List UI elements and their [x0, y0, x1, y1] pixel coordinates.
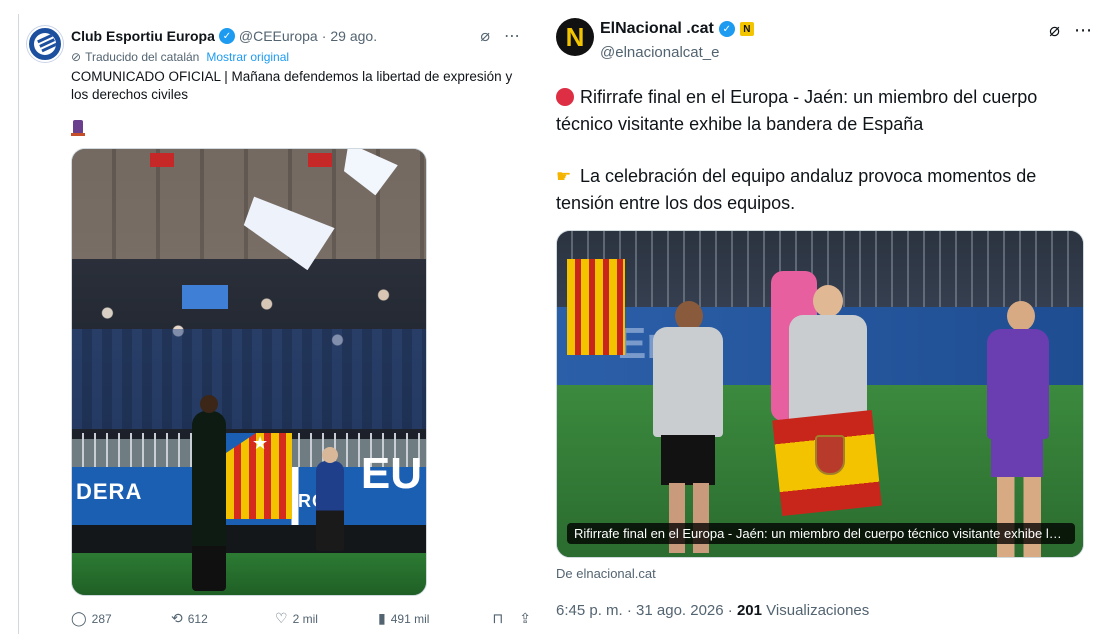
author-name[interactable]: ElNacional .cat: [600, 20, 714, 38]
verified-badge-icon: ✓: [718, 21, 735, 37]
grok-icon[interactable]: ⌀: [480, 26, 490, 46]
retweet-icon: ⟲: [171, 610, 183, 626]
views-count: 201: [736, 602, 762, 619]
paragraph-1-text: Rifirrafe final en el Europa - Jaén: un …: [556, 87, 1038, 134]
bookmark-icon[interactable]: ⊓: [492, 610, 503, 627]
more-icon[interactable]: ⋯: [504, 26, 520, 46]
separator: ·: [321, 28, 327, 44]
views-icon: ▮: [378, 610, 386, 626]
blue-flag: [182, 285, 228, 309]
estelada-flag: [226, 433, 292, 519]
like-icon: ♡: [275, 610, 288, 626]
paragraph-2-text: La celebración del equipo andaluz provoc…: [556, 166, 1037, 213]
left-tweet: Club Esportiu Europa ✓ @CEEuropa · 29 ag…: [18, 14, 532, 634]
red-circle-emoji-icon: [556, 88, 574, 106]
show-original-link[interactable]: Mostrar original: [206, 50, 289, 64]
tweet-paragraph-1: Rifirrafe final en el Europa - Jaén: un …: [556, 84, 1076, 138]
author-handle[interactable]: @CEEuropa: [239, 28, 318, 44]
translated-label: Traducido del catalán: [85, 50, 200, 64]
verified-badge-icon: ✓: [218, 28, 235, 44]
player-figure: [192, 395, 226, 591]
senyera-flag: [567, 259, 625, 355]
right-tweet-top-icons: ⌀ ⋯: [1049, 20, 1092, 41]
purple-player-figure: [987, 301, 1057, 557]
views-label: Visualizaciones: [766, 602, 870, 619]
pitch-grass: [72, 553, 426, 595]
staff-with-spanish-flag: [772, 285, 882, 555]
staff-figure: [653, 301, 723, 553]
grok-icon[interactable]: ⌀: [1049, 20, 1060, 41]
more-icon[interactable]: ⋯: [1074, 20, 1092, 41]
coat-of-arms: [815, 435, 845, 475]
club-avatar[interactable]: [27, 26, 63, 62]
reply-button[interactable]: ◯ 287: [71, 610, 171, 627]
steward-figure: [316, 447, 344, 551]
share-icon[interactable]: ⇪: [519, 610, 531, 627]
right-tweet-header: ElNacional .cat ✓ N: [600, 20, 754, 38]
retweet-button[interactable]: ⟲ 612: [171, 610, 275, 627]
translate-icon: ⊘: [71, 50, 82, 64]
retweet-count: 612: [187, 611, 208, 626]
timestamp[interactable]: 6:45 p. m. · 31 ago. 2026 ·: [556, 602, 733, 619]
tweet-date[interactable]: 29 ago.: [330, 28, 377, 44]
author-handle[interactable]: @elnacionalcat_e: [600, 44, 719, 61]
banner-text-large: EU: [360, 449, 422, 498]
scroll-emoji-icon: [71, 120, 85, 136]
card-caption: Rifirrafe final en el Europa - Jaén: un …: [567, 523, 1075, 544]
card-source[interactable]: De elnacional.cat: [556, 566, 656, 581]
views-button[interactable]: ▮ 491 mil: [378, 610, 481, 627]
author-name[interactable]: Club Esportiu Europa: [71, 28, 215, 44]
like-button[interactable]: ♡ 2 mil: [275, 610, 378, 627]
reply-count: 287: [91, 611, 112, 626]
pointing-hand-emoji-icon: ☛: [556, 167, 572, 186]
tweet-text: COMUNICADO OFICIAL | Mañana defendemos l…: [71, 69, 513, 102]
banner-text: DERA: [76, 479, 143, 504]
like-count: 2 mil: [292, 611, 318, 626]
right-tweet: N ElNacional .cat ✓ N @elnacionalcat_e ⌀…: [538, 0, 1110, 641]
club-crest-logo: [34, 33, 56, 55]
tweet-photo[interactable]: DERA EU CRO: [71, 148, 427, 596]
link-card[interactable]: Ena Rifirrafe final en el Europa - Jaén:…: [556, 230, 1084, 558]
reply-icon: ◯: [71, 610, 87, 626]
tweet-paragraph-2: ☛ La celebración del equipo andaluz provo…: [556, 163, 1076, 217]
tweet-meta: 6:45 p. m. · 31 ago. 2026 · 201 Visualiz…: [556, 602, 869, 619]
left-tweet-header: Club Esportiu Europa ✓ @CEEuropa · 29 ag…: [71, 28, 377, 44]
left-tweet-top-icons: ⌀ ⋯: [480, 26, 520, 46]
translation-notice: ⊘ Traducido del catalán Mostrar original: [71, 50, 289, 64]
views-count: 491 mil: [390, 611, 430, 626]
elnacional-avatar[interactable]: N: [556, 18, 594, 56]
affiliation-badge-icon[interactable]: N: [739, 22, 754, 36]
tweet-actions: ◯ 287 ⟲ 612 ♡ 2 mil ▮ 491 mil ⊓ ⇪: [71, 610, 531, 627]
